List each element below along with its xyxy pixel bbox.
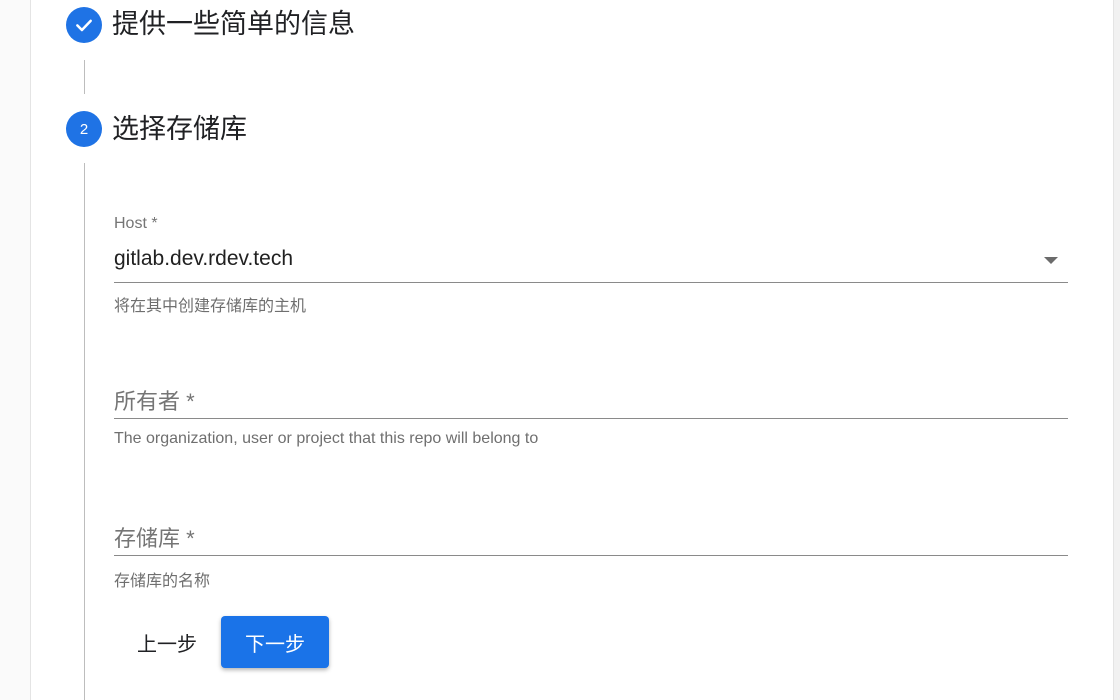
repository-underline (114, 555, 1068, 556)
owner-field-label[interactable]: 所有者 * (114, 384, 195, 416)
dropdown-arrow-icon[interactable] (1044, 257, 1058, 264)
repository-field-label[interactable]: 存储库 * (114, 521, 195, 553)
step-2-number-badge[interactable]: 2 (66, 111, 102, 147)
next-button[interactable]: 下一步 (221, 616, 329, 668)
host-underline (114, 282, 1068, 283)
owner-field[interactable]: 所有者 * The organization, user or project … (114, 380, 1068, 460)
step-1-title[interactable]: 提供一些简单的信息 (112, 6, 355, 42)
back-button[interactable]: 上一步 (122, 617, 212, 667)
step-2-title[interactable]: 选择存储库 (112, 111, 247, 147)
step-connector (84, 60, 85, 94)
repository-helper-text: 存储库的名称 (114, 573, 211, 590)
scrollbar-track[interactable] (1114, 0, 1120, 700)
host-label: Host * (114, 215, 158, 232)
owner-underline (114, 418, 1068, 419)
host-helper-text: 将在其中创建存储库的主机 (114, 298, 307, 315)
repository-field[interactable]: 存储库 * 存储库的名称 (114, 517, 1068, 597)
check-icon (76, 19, 92, 32)
host-select[interactable]: Host * gitlab.dev.rdev.tech 将在其中创建存储库的主机 (114, 212, 1068, 322)
step-1-completed-icon[interactable] (66, 7, 102, 43)
owner-helper-text: The organization, user or project that t… (114, 430, 539, 447)
host-value[interactable]: gitlab.dev.rdev.tech (114, 247, 293, 271)
step-2-content-line (84, 163, 85, 700)
